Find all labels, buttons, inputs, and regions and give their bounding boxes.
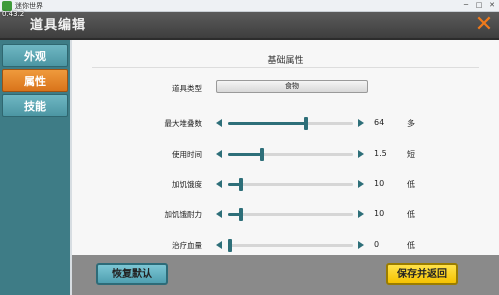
- decrease-arrow-icon[interactable]: [216, 180, 222, 188]
- slider-label: 加饥饿度: [172, 180, 202, 189]
- item-type-select[interactable]: 食物: [216, 80, 368, 93]
- minimize-icon[interactable]: ─: [461, 1, 471, 10]
- slider-thumb[interactable]: [228, 239, 232, 252]
- version-label: 0.43.2: [2, 10, 25, 18]
- slider-value: 64: [374, 118, 385, 127]
- footer-bar: 恢复默认 保存并返回: [72, 255, 499, 295]
- increase-arrow-icon[interactable]: [358, 210, 364, 218]
- slider-value: 0: [374, 240, 380, 249]
- slider-label: 使用时间: [172, 150, 202, 159]
- decrease-arrow-icon[interactable]: [216, 241, 222, 249]
- window-controls: ─ □ ✕: [461, 1, 497, 10]
- tab-skills[interactable]: 技能: [2, 94, 68, 117]
- slider-track[interactable]: [228, 239, 353, 252]
- slider-track[interactable]: [228, 148, 353, 161]
- slider-thumb[interactable]: [303, 117, 308, 130]
- sidebar: 外观 属性 技能: [0, 40, 70, 295]
- slider-label: 最大堆叠数: [164, 119, 203, 128]
- slider-unit: 低: [407, 241, 415, 250]
- slider-fill: [228, 153, 262, 156]
- decrease-arrow-icon[interactable]: [216, 119, 222, 127]
- close-icon[interactable]: ✕: [473, 14, 495, 36]
- increase-arrow-icon[interactable]: [358, 150, 364, 158]
- slider-thumb[interactable]: [259, 148, 264, 161]
- increase-arrow-icon[interactable]: [358, 241, 364, 249]
- increase-arrow-icon[interactable]: [358, 180, 364, 188]
- section-divider: [92, 67, 479, 68]
- os-title-bar: 迷你世界 ─ □ ✕: [0, 0, 499, 12]
- slider-fill: [228, 122, 306, 125]
- decrease-arrow-icon[interactable]: [216, 210, 222, 218]
- slider-label: 加饥饿耐力: [164, 210, 203, 219]
- slider-unit: 短: [407, 150, 415, 159]
- editor-header: 道具编辑 ✕: [0, 12, 499, 40]
- slider-value: 10: [374, 209, 385, 218]
- attributes-panel: 基础属性 道具类型 食物 最大堆叠数 64 多使用时间 1.5 短加饥饿度 10 低加饥饿耐…: [72, 40, 499, 255]
- slider-thumb[interactable]: [238, 178, 243, 191]
- slider-track[interactable]: [228, 178, 353, 191]
- tab-attributes[interactable]: 属性: [2, 69, 68, 92]
- save-return-button[interactable]: 保存并返回: [386, 263, 458, 285]
- slider-track[interactable]: [228, 208, 353, 221]
- maximize-icon[interactable]: □: [474, 1, 484, 10]
- slider-value: 10: [374, 179, 385, 188]
- slider-unit: 低: [407, 180, 415, 189]
- slider-label: 治疗血量: [172, 241, 202, 250]
- decrease-arrow-icon[interactable]: [216, 150, 222, 158]
- window-close-icon[interactable]: ✕: [487, 1, 497, 10]
- slider-thumb[interactable]: [238, 208, 243, 221]
- section-title: 基础属性: [267, 56, 304, 66]
- tab-appearance[interactable]: 外观: [2, 44, 68, 67]
- increase-arrow-icon[interactable]: [358, 119, 364, 127]
- reset-default-button[interactable]: 恢复默认: [96, 263, 168, 285]
- slider-unit: 多: [407, 119, 415, 128]
- page-title: 道具编辑: [30, 18, 87, 33]
- item-type-label: 道具类型: [172, 84, 202, 93]
- slider-value: 1.5: [374, 149, 387, 158]
- slider-unit: 低: [407, 210, 415, 219]
- slider-track[interactable]: [228, 117, 353, 130]
